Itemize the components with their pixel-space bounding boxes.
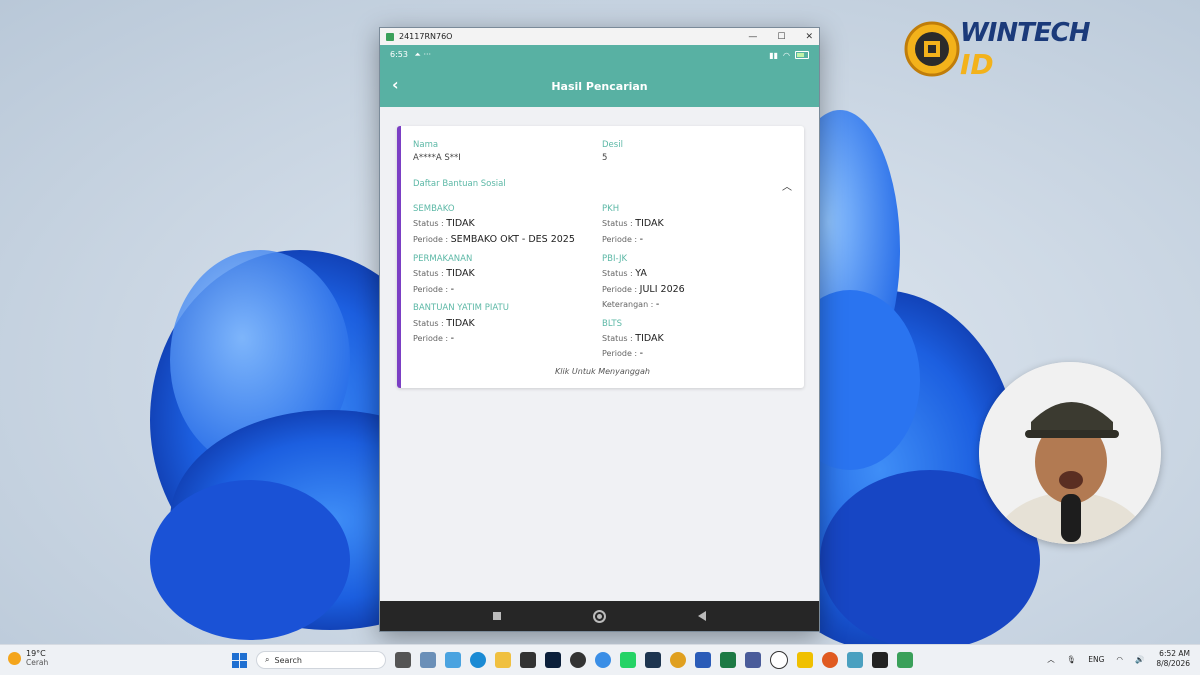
app-icon[interactable]	[445, 652, 461, 668]
wintech-logo: WINTECH ID	[902, 14, 1090, 84]
screen-content: Nama A****A S**I Desil 5 Daftar Bantuan …	[380, 107, 819, 600]
weather-temp: 19°C	[26, 649, 46, 658]
program-status: Status : TIDAK	[413, 268, 475, 279]
photoshop-icon[interactable]	[545, 652, 561, 668]
wifi-icon[interactable]: ◠	[1116, 655, 1123, 664]
program-status: Status : TIDAK	[413, 318, 475, 329]
app-icon[interactable]	[797, 652, 813, 668]
chevron-up-icon[interactable]: ︿	[1047, 654, 1055, 665]
signal-icon: ▮▮	[769, 50, 779, 60]
program-keterangan: Keterangan : -	[602, 299, 660, 310]
microphone-icon[interactable]: 🎙	[1067, 655, 1077, 664]
app-icon[interactable]	[645, 652, 661, 668]
presenter-image	[979, 362, 1161, 544]
program-name: PKH	[602, 204, 620, 214]
program-status: Status : YA	[602, 268, 647, 279]
program-name: BANTUAN YATIM PIATU	[413, 303, 509, 313]
android-nav-bar	[380, 601, 819, 631]
program-name: SEMBAKO	[413, 204, 455, 214]
file-explorer-icon[interactable]	[495, 652, 511, 668]
program-periode: Periode : -	[602, 348, 644, 359]
clock-time: 6:52 AM	[1159, 649, 1190, 658]
program-periode: Periode : -	[413, 284, 455, 295]
maximize-button[interactable]: ☐	[777, 32, 785, 42]
window-titlebar[interactable]: 24117RN76O — ☐ ✕	[380, 28, 819, 45]
section-label: Daftar Bantuan Sosial	[413, 179, 506, 189]
start-button[interactable]	[232, 652, 247, 668]
word-icon[interactable]	[695, 652, 711, 668]
app-icon[interactable]	[570, 652, 586, 668]
chrome-icon[interactable]	[670, 652, 686, 668]
phone-mirror-app-icon[interactable]	[897, 652, 913, 668]
desil-label: Desil	[602, 140, 623, 150]
gear-chip-icon	[904, 21, 960, 77]
app-icon	[386, 32, 394, 41]
windows-taskbar: 19°C Cerah ⌕ Search ︿ 🎙 ENG ◠ 🔊 6:52 AM …	[0, 644, 1200, 675]
taskbar-apps: ⌕ Search	[232, 649, 913, 671]
program-status: Status : TIDAK	[602, 218, 664, 229]
program-name: PERMAKANAN	[413, 254, 473, 264]
taskbar-search[interactable]: ⌕ Search	[256, 651, 386, 669]
dispute-link[interactable]: Klik Untuk Menyanggah	[401, 367, 804, 376]
window-title: 24117RN76O	[399, 32, 453, 41]
status-notification-icons: ⏶ ···	[414, 50, 432, 59]
close-button[interactable]: ✕	[805, 32, 813, 42]
webcam-overlay	[979, 362, 1161, 544]
search-placeholder: Search	[274, 655, 302, 665]
program-periode: Periode : SEMBAKO OKT - DES 2025	[413, 234, 575, 245]
logo-text-top: WINTECH	[960, 18, 1090, 48]
terminal-icon[interactable]	[872, 652, 888, 668]
program-name: PBI-JK	[602, 254, 628, 264]
weather-desc: Cerah	[26, 658, 49, 667]
app-icon[interactable]	[420, 652, 436, 668]
app-icon[interactable]	[745, 652, 761, 668]
speaker-icon[interactable]: 🔊	[1135, 655, 1144, 664]
nama-value: A****A S**I	[413, 153, 461, 163]
back-chevron-icon[interactable]: ‹	[392, 75, 399, 94]
app-icon[interactable]	[520, 652, 536, 668]
program-periode: Periode : JULI 2026	[602, 284, 685, 295]
search-icon: ⌕	[265, 655, 270, 664]
app-icon[interactable]	[595, 652, 611, 668]
app-icon[interactable]	[847, 652, 863, 668]
phone-status-bar: 6:53 ⏶ ··· ▮▮ ◠	[380, 45, 819, 65]
excel-icon[interactable]	[720, 652, 736, 668]
back-triangle-icon[interactable]	[698, 611, 706, 621]
weather-widget[interactable]: 19°C Cerah	[8, 649, 48, 667]
app-bar: ‹ Hasil Pencarian	[380, 65, 819, 107]
program-status: Status : TIDAK	[413, 218, 475, 229]
home-icon[interactable]	[593, 609, 606, 623]
clock[interactable]: 6:52 AM 8/8/2026	[1156, 649, 1190, 669]
edge-icon[interactable]	[470, 652, 486, 668]
program-status: Status : TIDAK	[602, 333, 664, 344]
chevron-up-icon[interactable]: ︿	[782, 178, 792, 193]
logo-text-bottom: ID	[960, 48, 994, 81]
language-indicator[interactable]: ENG	[1088, 655, 1104, 664]
program-periode: Periode : -	[602, 234, 644, 245]
task-view-icon[interactable]	[395, 652, 411, 668]
status-time: 6:53	[390, 50, 408, 59]
recents-icon[interactable]	[493, 612, 501, 620]
search-app-icon[interactable]	[822, 652, 838, 668]
chatgpt-icon[interactable]	[770, 651, 788, 669]
nama-label: Nama	[413, 140, 439, 150]
clock-date: 8/8/2026	[1156, 659, 1190, 668]
program-name: BLTS	[602, 319, 622, 329]
phone-mirror-window: 24117RN76O — ☐ ✕ 6:53 ⏶ ··· ▮▮ ◠ ‹ Hasil…	[379, 27, 820, 632]
program-periode: Periode : -	[413, 333, 455, 344]
page-title: Hasil Pencarian	[551, 79, 648, 93]
system-tray: ︿ 🎙 ENG ◠ 🔊 6:52 AM 8/8/2026	[1047, 649, 1190, 669]
whatsapp-icon[interactable]	[620, 652, 636, 668]
sun-icon	[8, 651, 21, 665]
battery-icon	[795, 51, 809, 59]
minimize-button[interactable]: —	[748, 32, 757, 42]
result-card: Nama A****A S**I Desil 5 Daftar Bantuan …	[397, 126, 804, 388]
wifi-icon: ◠	[783, 50, 790, 60]
desil-value: 5	[602, 153, 608, 163]
